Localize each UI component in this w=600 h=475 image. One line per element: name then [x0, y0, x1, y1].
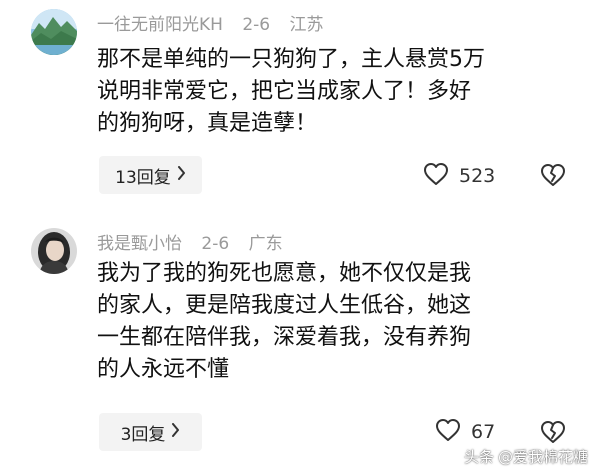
comment-line: 的家人，更是陪我度过人生低谷，她这 — [97, 293, 472, 318]
avatar[interactable] — [31, 228, 77, 274]
chevron-right-icon — [177, 166, 186, 184]
comment-location: 广东 — [248, 234, 283, 254]
avatar[interactable] — [31, 9, 77, 55]
comment-meta: 我是甄小怡 2-6 广东 — [97, 229, 297, 254]
comment-line: 那不是单纯的一只狗狗了，主人悬赏5万 — [97, 47, 485, 72]
reply-button[interactable]: 3回复 — [99, 413, 202, 451]
reply-count-label: 3回复 — [120, 424, 166, 445]
heart-outline-icon — [423, 162, 449, 190]
comment-date: 2-6 — [201, 234, 230, 254]
comment-line: 的人永远不懂 — [97, 357, 230, 382]
like-count: 523 — [459, 165, 496, 187]
comment-location: 江苏 — [289, 15, 324, 35]
landscape-avatar-icon — [31, 9, 77, 55]
watermark-prefix: 头条 — [463, 448, 494, 466]
comment-line: 的狗狗呀，真是造孽！ — [97, 111, 318, 136]
comment-item: 我是甄小怡 2-6 广东 我为了我的狗死也愿意，她不仅仅是我 的家人，更是陪我度… — [0, 220, 600, 475]
portrait-avatar-icon — [31, 228, 77, 274]
comment-line: 一生都在陪伴我，深爱着我，没有养狗 — [97, 325, 472, 350]
like-count: 67 — [471, 421, 496, 443]
chevron-right-icon — [171, 423, 180, 441]
broken-heart-icon — [540, 164, 566, 191]
reply-button[interactable]: 13回复 — [99, 156, 202, 194]
username[interactable]: 我是甄小怡 — [97, 234, 182, 254]
comment-line: 我为了我的狗死也愿意，她不仅仅是我 — [97, 261, 472, 286]
comment-text: 我为了我的狗死也愿意，她不仅仅是我 的家人，更是陪我度过人生低谷，她这 一生都在… — [97, 258, 587, 386]
watermark-handle: @爱我棉花糖 — [497, 448, 588, 466]
username[interactable]: 一往无前阳光KH — [97, 15, 223, 35]
reply-count-label: 13回复 — [115, 167, 171, 188]
heart-outline-icon — [435, 418, 461, 446]
comment-date: 2-6 — [242, 15, 271, 35]
comment-meta: 一往无前阳光KH 2-6 江苏 — [97, 10, 338, 35]
comment-line: 说明非常爱它，把它当成家人了！多好 — [97, 79, 472, 104]
like-button[interactable]: 67 — [435, 418, 495, 446]
dislike-button[interactable] — [540, 163, 566, 191]
like-button[interactable]: 523 — [423, 162, 495, 190]
dislike-button[interactable] — [540, 420, 566, 448]
comment-text: 那不是单纯的一只狗狗了，主人悬赏5万 说明非常爱它，把它当成家人了！多好 的狗狗… — [97, 44, 587, 140]
watermark: 头条 @爱我棉花糖 — [464, 446, 588, 467]
comment-item: 一往无前阳光KH 2-6 江苏 那不是单纯的一只狗狗了，主人悬赏5万 说明非常爱… — [0, 0, 600, 220]
